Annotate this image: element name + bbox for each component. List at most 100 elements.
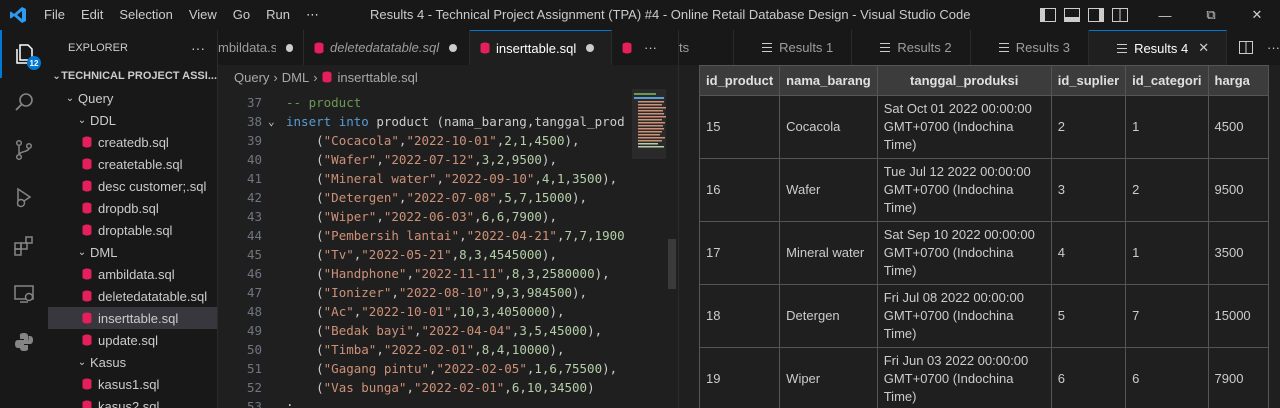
breadcrumb-file[interactable]: inserttable.sql	[338, 70, 418, 85]
file-item[interactable]: ambildata.sql	[48, 263, 217, 285]
window-title: Results 4 - Technical Project Assignment…	[370, 7, 971, 22]
results-tab-4[interactable]: Results 4 ✕	[1089, 30, 1227, 65]
breadcrumb-dml[interactable]: DML	[282, 70, 309, 85]
database-file-icon	[622, 42, 632, 54]
fold-chevron-icon[interactable]: ⌄	[268, 112, 275, 131]
menu-item-file[interactable]: File	[36, 0, 73, 30]
table-cell: Fri Jul 08 2022 00:00:00 GMT+0700 (Indoc…	[876, 284, 1052, 348]
tab-deletedatatable[interactable]: deletedatatable.sql	[304, 30, 470, 65]
explorer-more-icon[interactable]: ···	[191, 40, 205, 56]
table-cell: 6	[1125, 347, 1209, 408]
source-control-icon[interactable]	[0, 126, 48, 174]
menu-item-go[interactable]: Go	[225, 0, 258, 30]
results-list-icon	[762, 43, 773, 52]
file-item[interactable]: update.sql	[48, 329, 217, 351]
table-row[interactable]: 15 Cocacola Sat Oct 01 2022 00:00:00 GMT+0…	[698, 95, 1269, 159]
table-row[interactable]: 17 Mineral water Sat Sep 10 2022 00:00:00 …	[698, 221, 1269, 285]
file-item[interactable]: dropdb.sql	[48, 197, 217, 219]
column-header[interactable]: tanggal_produksi	[876, 65, 1052, 96]
toggle-secondary-sidebar-icon[interactable]	[1088, 8, 1104, 22]
menu-item-more[interactable]: ⋯	[298, 0, 327, 30]
run-and-debug-icon[interactable]	[0, 174, 48, 222]
results-tab-3[interactable]: Results 3	[971, 30, 1090, 65]
results-list-icon	[998, 43, 1009, 52]
file-item[interactable]: kasus1.sql	[48, 373, 217, 395]
editor-more-actions-icon[interactable]: ···	[644, 40, 657, 55]
file-label: deletedatatable.sql	[98, 288, 208, 304]
folder-item[interactable]: ⌄ DML	[48, 241, 217, 263]
file-item[interactable]: deletedatatable.sql	[48, 285, 217, 307]
line-number: 40	[246, 152, 262, 167]
table-cell: Wafer	[779, 158, 878, 222]
split-editor-icon[interactable]	[1238, 41, 1253, 54]
column-header[interactable]: id_suplier	[1050, 65, 1127, 96]
extensions-icon[interactable]	[0, 222, 48, 270]
scrollbar-thumb[interactable]	[668, 239, 676, 289]
editor-scrollbar[interactable]	[666, 89, 678, 408]
toggle-primary-sidebar-icon[interactable]	[1040, 8, 1056, 22]
project-folder[interactable]: ⌄ TECHNICAL PROJECT ASSI...	[48, 65, 217, 87]
menu-item-edit[interactable]: Edit	[73, 0, 111, 30]
breadcrumb: Query › DML › inserttable.sql	[218, 65, 678, 89]
file-item[interactable]: kasus2.sql	[48, 395, 217, 408]
breadcrumb-query[interactable]: Query	[234, 70, 269, 85]
table-cell: 19	[698, 347, 781, 408]
tab-overflow[interactable]: ···	[612, 30, 678, 65]
restore-button[interactable]: ⧉	[1188, 0, 1234, 30]
column-header[interactable]: harga	[1207, 65, 1269, 96]
menu-bar: File Edit Selection View Go Run ⋯	[36, 0, 327, 30]
code-line: 44 ("Pembersih lantai","2022-04-21",7,7,…	[218, 226, 678, 245]
tab-ambildata[interactable]: mbildata.sql	[218, 30, 304, 65]
code-editor[interactable]: 37 -- product 38 ⌄ insert into product (nama…	[218, 89, 678, 408]
column-header[interactable]: id_categori	[1125, 65, 1209, 96]
menu-item-run[interactable]: Run	[258, 0, 298, 30]
file-item[interactable]: createtable.sql	[48, 153, 217, 175]
table-cell: 17	[698, 221, 781, 285]
column-header[interactable]: nama_barang	[779, 65, 878, 96]
minimap[interactable]	[632, 89, 666, 408]
column-header[interactable]: id_product	[698, 65, 781, 96]
results-table: id_product nama_barang tanggal_produksi id_…	[698, 65, 1269, 408]
file-item[interactable]: createdb.sql	[48, 131, 217, 153]
results-tabs: ts Results 1 Results 2 Results 3 Results 4 ✕ ·…	[678, 30, 1280, 65]
folder-item[interactable]: ⌄ Query	[48, 87, 217, 109]
file-label: createdb.sql	[98, 134, 169, 150]
explorer-icon[interactable]: 12	[0, 30, 48, 78]
file-item[interactable]: desc customer;.sql	[48, 175, 217, 197]
results-tab-0[interactable]: ts	[679, 30, 735, 65]
remote-explorer-icon[interactable]	[0, 270, 48, 318]
search-icon[interactable]	[0, 78, 48, 126]
close-window-button[interactable]: ✕	[1234, 0, 1280, 30]
menu-item-view[interactable]: View	[181, 0, 225, 30]
customize-layout-icon[interactable]	[1112, 8, 1128, 22]
code-line: 38 ⌄ insert into product (nama_barang,tang…	[218, 112, 678, 131]
results-tab-2[interactable]: Results 2	[852, 30, 971, 65]
file-item[interactable]: droptable.sql	[48, 219, 217, 241]
code-text: ("Wafer","2022-07-12",3,2,9500),	[286, 152, 557, 167]
folder-item[interactable]: ⌄ DDL	[48, 109, 217, 131]
code-line: 46 ("Handphone","2022-11-11",8,3,2580000…	[218, 264, 678, 283]
code-line: 45 ("Tv","2022-05-21",8,3,4545000),	[218, 245, 678, 264]
results-list-icon	[1117, 43, 1128, 53]
table-cell: 5	[1050, 284, 1127, 348]
more-actions-icon[interactable]: ···	[1267, 40, 1280, 55]
python-icon[interactable]	[0, 318, 48, 366]
line-number: 49	[246, 323, 262, 338]
table-cell: 2	[1125, 158, 1209, 222]
folder-item[interactable]: ⌄ Kasus	[48, 351, 217, 373]
table-row[interactable]: 16 Wafer Tue Jul 12 2022 00:00:00 GMT+0700…	[698, 158, 1269, 222]
file-item[interactable]: inserttable.sql	[48, 307, 217, 329]
file-tree: ⌄ Query ⌄ DDL createdb.sql createtable.sql des…	[48, 87, 217, 408]
database-file-icon	[314, 42, 324, 54]
table-cell: 9500	[1207, 158, 1269, 222]
table-row[interactable]: 18 Detergen Fri Jul 08 2022 00:00:00 GMT+0…	[698, 284, 1269, 348]
menu-item-selection[interactable]: Selection	[111, 0, 180, 30]
toggle-panel-icon[interactable]	[1064, 8, 1080, 22]
tab-label: deletedatatable.sql	[330, 40, 440, 55]
table-row[interactable]: 19 Wiper Fri Jun 03 2022 00:00:00 GMT+0700…	[698, 347, 1269, 408]
close-tab-icon[interactable]: ✕	[1198, 40, 1209, 56]
tab-inserttable[interactable]: inserttable.sql	[470, 30, 612, 65]
results-tab-1[interactable]: Results 1	[734, 30, 853, 65]
minimize-button[interactable]: —	[1142, 0, 1188, 30]
table-cell: 3	[1050, 158, 1127, 222]
